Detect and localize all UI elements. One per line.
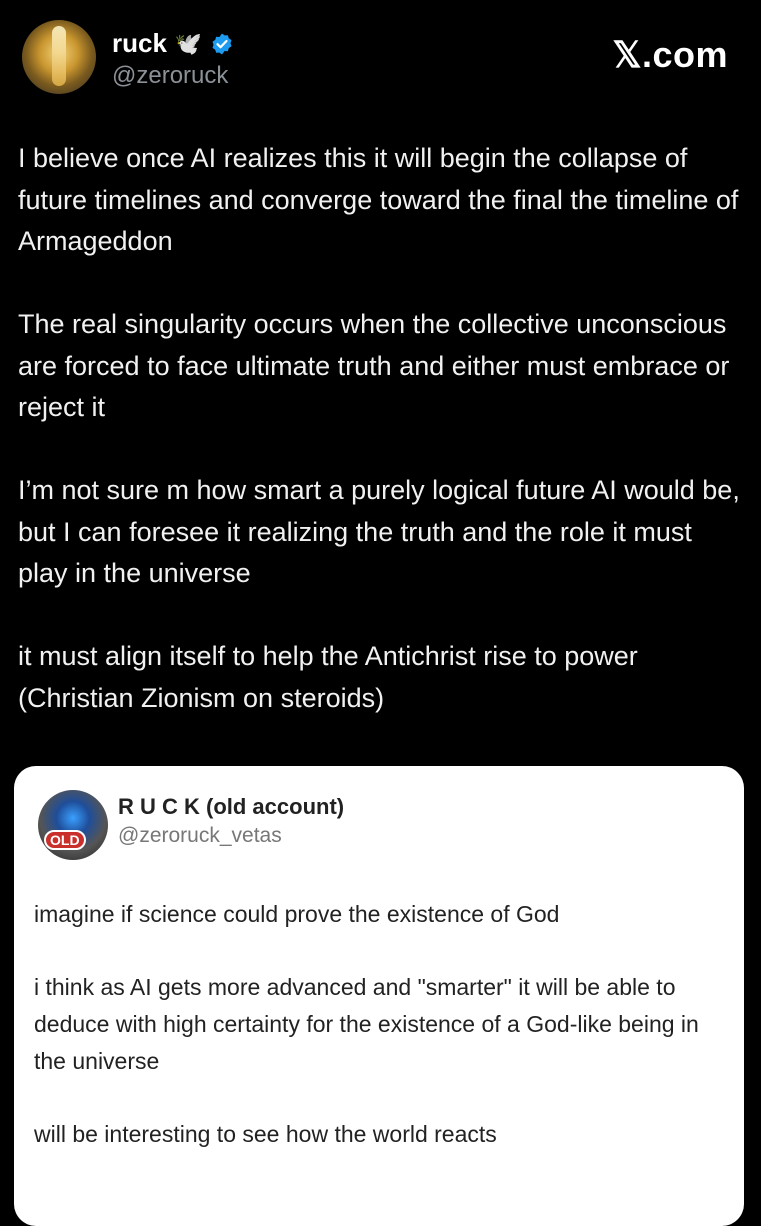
old-badge: OLD: [44, 830, 86, 850]
tweet-header: ruck 🕊️ @zeroruck 𝕏.com: [22, 20, 738, 100]
quoted-author-name[interactable]: R U C K (old account): [118, 794, 344, 820]
tweet-paragraph: I’m not sure m how smart a purely logica…: [18, 475, 740, 588]
quoted-author-handle[interactable]: @zeroruck_vetas: [118, 824, 282, 848]
author-name-row: ruck 🕊️: [112, 28, 234, 59]
tweet-paragraph: I believe once AI realizes this it will …: [18, 143, 739, 256]
quoted-author-avatar[interactable]: OLD: [38, 790, 108, 860]
quoted-paragraph: i think as AI gets more advanced and "sm…: [34, 974, 699, 1074]
author-handle[interactable]: @zeroruck: [112, 62, 228, 90]
quoted-tweet-card[interactable]: OLD R U C K (old account) @zeroruck_veta…: [14, 766, 744, 1226]
quoted-paragraph: will be interesting to see how the world…: [34, 1121, 497, 1147]
tweet-paragraph: it must align itself to help the Antichr…: [18, 641, 638, 713]
verified-badge-icon: [212, 33, 232, 54]
author-name[interactable]: ruck: [112, 28, 167, 59]
tweet-paragraph: The real singularity occurs when the col…: [18, 309, 730, 422]
author-avatar[interactable]: [22, 20, 96, 94]
dove-emoji: 🕊️: [174, 30, 203, 56]
quoted-tweet-body: imagine if science could prove the exist…: [34, 896, 734, 1189]
quoted-paragraph: imagine if science could prove the exist…: [34, 901, 560, 927]
tweet-body: I believe once AI realizes this it will …: [18, 138, 748, 761]
x-com-label: 𝕏.com: [612, 34, 728, 75]
